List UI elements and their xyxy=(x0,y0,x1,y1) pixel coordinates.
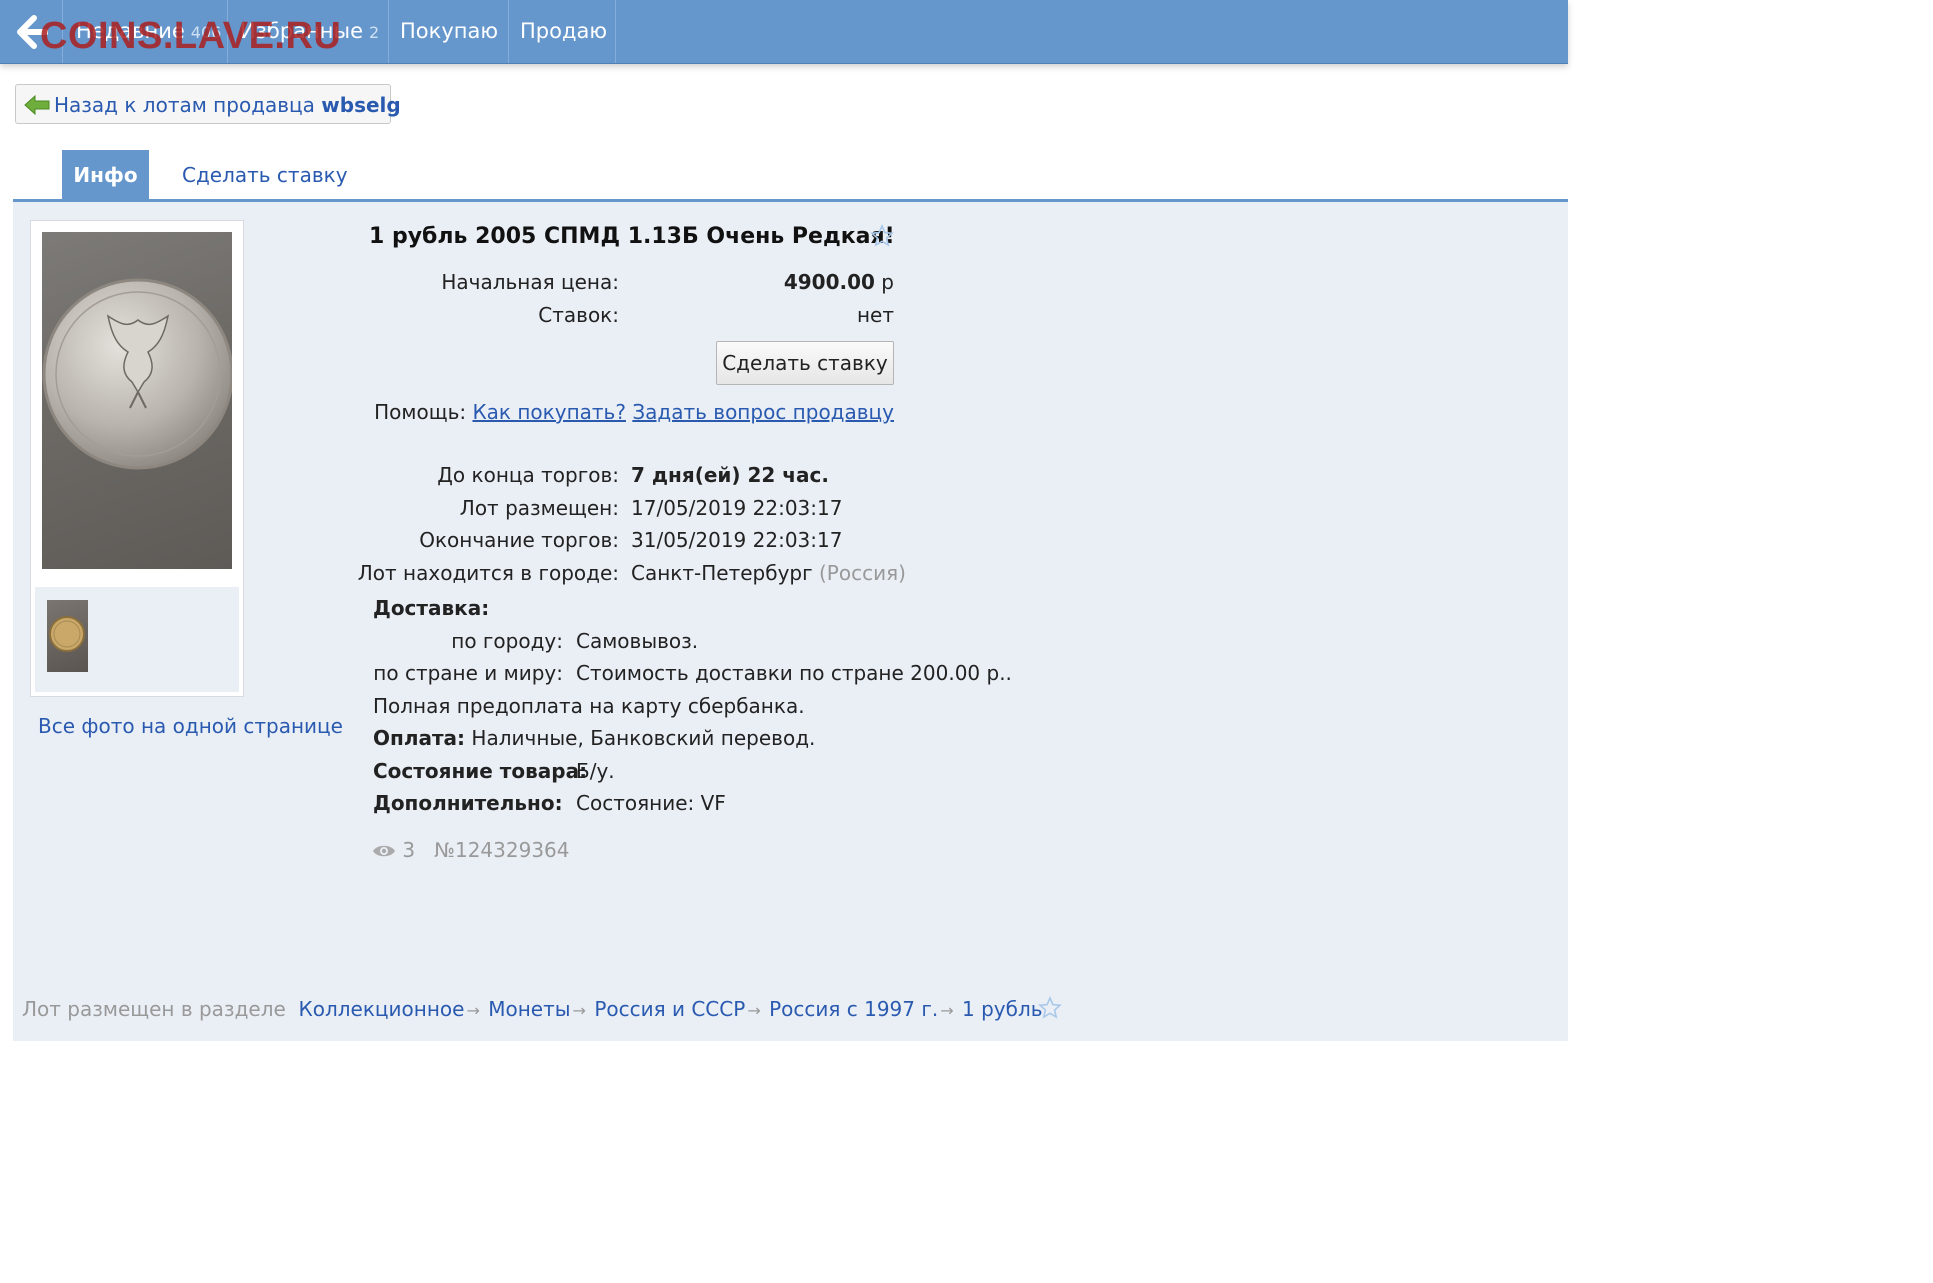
thumbnail-1[interactable] xyxy=(47,600,88,672)
delivery-heading: Доставка: xyxy=(373,596,490,620)
delivery-city-label: по городу: xyxy=(451,629,563,653)
coin-image xyxy=(42,278,232,470)
all-photos-link[interactable]: Все фото на одной странице xyxy=(38,714,343,738)
thumbnail-coin-image xyxy=(49,616,85,652)
breadcrumb-prefix: Лот размещен в разделе xyxy=(22,997,286,1021)
green-left-arrow-icon xyxy=(24,95,50,115)
condition-value: Б/у. xyxy=(576,759,615,783)
bids-label: Ставок: xyxy=(538,303,619,327)
help-row: Помощь: Как покупать? Задать вопрос прод… xyxy=(374,400,894,424)
top-nav-bar: Недавние 406 Избранные 2 Покупаю Продаю CO… xyxy=(0,0,1568,64)
payment-value: Наличные, Банковский перевод. xyxy=(471,726,816,750)
end-value: 31/05/2019 22:03:17 xyxy=(631,528,843,552)
payment-label: Оплата: xyxy=(373,726,466,750)
nav-favorites-count: 2 xyxy=(369,23,380,42)
extra-label: Дополнительно: xyxy=(373,791,563,815)
seller-name: wbselg xyxy=(321,93,401,117)
lot-title: 1 рубль 2005 СПМД 1.13Б Очень Редкая! xyxy=(369,224,895,249)
city-label: Лот находится в городе: xyxy=(357,561,619,585)
watermark: COINS.LAVE.RU xyxy=(40,15,342,57)
lot-stats: 3 №124329364 xyxy=(372,838,570,862)
ends-in-label: До конца торгов: xyxy=(437,463,619,487)
make-bid-button[interactable]: Сделать ставку xyxy=(716,341,894,385)
breadcrumb-arrow-icon: → xyxy=(747,1001,761,1020)
back-to-seller-button[interactable]: Назад к лотам продавца wbselg xyxy=(15,84,401,124)
breadcrumb-item[interactable]: Россия и СССР xyxy=(594,997,745,1021)
nav-divider xyxy=(388,0,389,63)
breadcrumb-item[interactable]: 1 рубль xyxy=(962,997,1043,1021)
category-favorite-star-icon[interactable] xyxy=(1038,996,1062,1020)
how-to-buy-link[interactable]: Как покупать? xyxy=(472,400,626,424)
ask-seller-link[interactable]: Задать вопрос продавцу xyxy=(632,400,894,424)
condition-label: Состояние товара: xyxy=(373,759,588,783)
category-breadcrumb: Лот размещен в разделе Коллекционное → Мо… xyxy=(22,997,1043,1021)
prepay-note: Полная предоплата на карту сбербанка. xyxy=(373,694,805,718)
start-price: 4900.00 р xyxy=(783,270,894,294)
nav-selling[interactable]: Продаю xyxy=(520,0,607,63)
views-count: 3 xyxy=(402,838,416,862)
payment-row: Оплата: Наличные, Банковский перевод. xyxy=(373,726,815,750)
back-to-seller-label: Назад к лотам продавца wbselg xyxy=(54,93,401,117)
nav-divider xyxy=(615,0,616,63)
eye-icon xyxy=(373,845,395,857)
extra-value: Состояние: VF xyxy=(576,791,726,815)
lot-number: №124329364 xyxy=(434,838,570,862)
nav-buying[interactable]: Покупаю xyxy=(400,0,498,63)
breadcrumb-arrow-icon: → xyxy=(466,1001,480,1020)
favorite-star-icon[interactable] xyxy=(870,224,894,248)
placed-label: Лот размещен: xyxy=(459,496,619,520)
tab-make-bid[interactable]: Сделать ставку xyxy=(182,150,348,200)
breadcrumb-item[interactable]: Россия с 1997 г. xyxy=(769,997,938,1021)
breadcrumb-item[interactable]: Монеты xyxy=(488,997,570,1021)
breadcrumb-arrow-icon: → xyxy=(940,1001,954,1020)
country-value: (Россия) xyxy=(818,561,906,585)
main-photo[interactable] xyxy=(42,232,232,569)
breadcrumb-item[interactable]: Коллекционное xyxy=(299,997,465,1021)
delivery-world-value: Стоимость доставки по стране 200.00 р.. xyxy=(576,661,1012,685)
delivery-world-label: по стране и миру: xyxy=(373,661,563,685)
start-price-label: Начальная цена: xyxy=(441,270,619,294)
placed-value: 17/05/2019 22:03:17 xyxy=(631,496,843,520)
ends-in-value: 7 дня(ей) 22 час. xyxy=(631,463,829,487)
lot-panel xyxy=(13,202,1568,1041)
bids-count: нет xyxy=(856,303,894,327)
city-value: Санкт-Петербург (Россия) xyxy=(631,561,906,585)
tab-info[interactable]: Инфо xyxy=(62,150,149,200)
breadcrumb-arrow-icon: → xyxy=(572,1001,586,1020)
nav-divider xyxy=(508,0,509,63)
help-label: Помощь: xyxy=(374,400,467,424)
end-label: Окончание торгов: xyxy=(419,528,619,552)
delivery-city-value: Самовывоз. xyxy=(576,629,699,653)
